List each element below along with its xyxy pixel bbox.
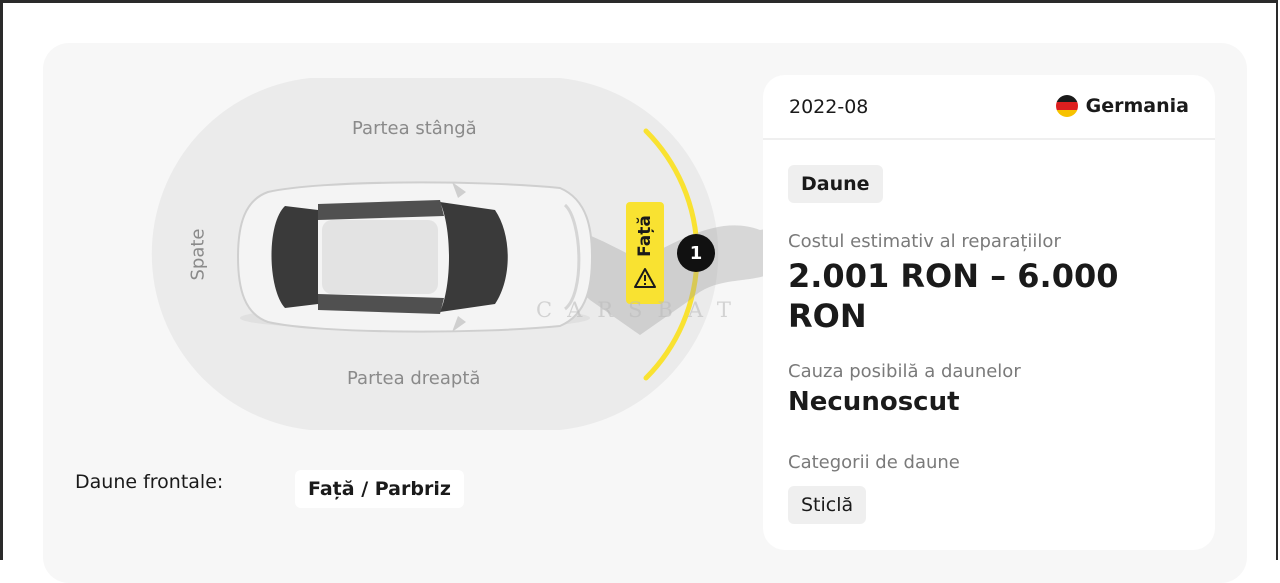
repair-cost-value: 2.001 RON – 6.000 RON (788, 257, 1119, 335)
repair-cost-label: Costul estimativ al reparațiilor (788, 231, 1061, 252)
watermark-text: CARSBAT (536, 298, 746, 322)
damage-marker-badge[interactable]: 1 (677, 234, 715, 272)
frontal-damage-label: Daune frontale: (75, 471, 224, 493)
zone-right-label: Partea dreaptă (347, 368, 481, 389)
front-damage-tag[interactable]: Față (626, 202, 664, 304)
country-indicator: Germania (1055, 95, 1189, 117)
card-header: 2022-08 Germania (763, 75, 1215, 140)
frontal-damage-chip: Față / Parbriz (295, 470, 464, 508)
damage-type-chip: Daune (788, 165, 883, 203)
front-tag-label: Față (635, 215, 655, 257)
zone-back-label: Spate (187, 228, 209, 281)
zone-left-label: Partea stângă (352, 118, 477, 139)
warning-icon (634, 268, 656, 288)
damage-cause-label: Cauza posibilă a daunelor (788, 361, 1021, 382)
damage-categories-label: Categorii de daune (788, 452, 960, 473)
germany-flag-icon (1055, 95, 1078, 117)
damage-info-card: 2022-08 Germania Daune Costul estimativ … (763, 75, 1215, 550)
damage-date: 2022-08 (789, 96, 869, 118)
damage-cause-value: Necunoscut (788, 387, 960, 417)
damage-category-chip: Sticlă (788, 486, 867, 524)
country-name: Germania (1085, 95, 1189, 117)
